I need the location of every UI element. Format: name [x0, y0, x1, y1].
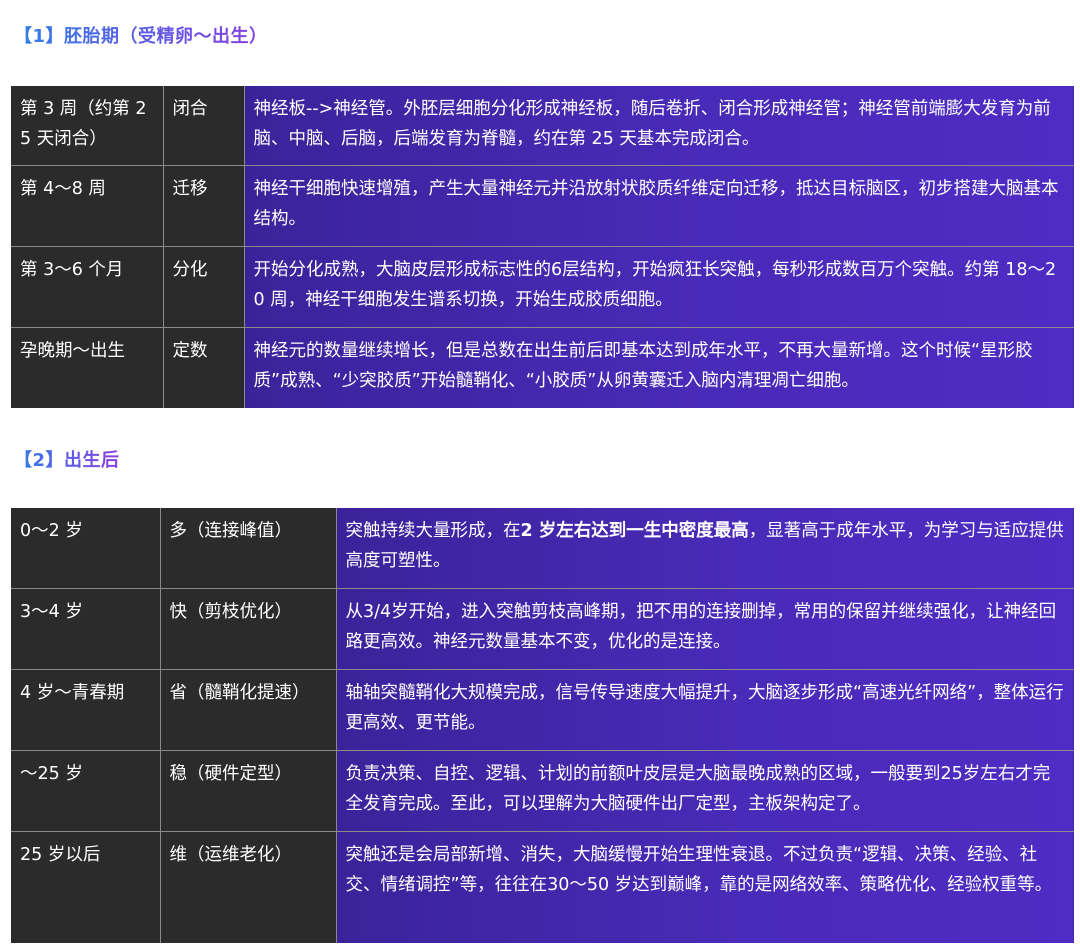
table-row: 25 岁以后 维（运维老化） 突触还是会局部新增、消失，大脑缓慢开始生理性衰退。…	[11, 831, 1074, 943]
description-cell: 神经元的数量继续增长，但是总数在出生前后即基本达到成年水平，不再大量新增。这个时…	[244, 327, 1074, 408]
description-cell: 突触持续大量形成，在2 岁左右达到一生中密度最高，显著高于成年水平，为学习与适应…	[336, 508, 1074, 589]
description-cell: 突触还是会局部新增、消失，大脑缓慢开始生理性衰退。不过负责“逻辑、决策、经验、社…	[336, 831, 1074, 943]
key-cell: 分化	[163, 246, 245, 328]
table-row: 0～2 岁 多（连接峰值） 突触持续大量形成，在2 岁左右达到一生中密度最高，显…	[11, 508, 1074, 589]
key-cell: 迁移	[163, 165, 245, 247]
key-cell: 闭合	[163, 86, 245, 166]
table-row: 4 岁～青春期 省（髓鞘化提速） 轴轴突髓鞘化大规模完成，信号传导速度大幅提升，…	[11, 669, 1074, 751]
period-cell: 4 岁～青春期	[11, 669, 161, 751]
period-cell: 第 3～6 个月	[11, 246, 164, 328]
description-text: 突触持续大量形成，在	[345, 521, 521, 541]
description-cell: 神经板-->神经管。外胚层细胞分化形成神经板，随后卷折、闭合形成神经管；神经管前…	[244, 86, 1074, 166]
section-title-embryonic: 【1】胚胎期（受精卵～出生）	[14, 22, 268, 48]
key-cell: 稳（硬件定型）	[160, 750, 337, 832]
key-cell: 维（运维老化）	[160, 831, 337, 943]
period-cell: ～25 岁	[11, 750, 161, 832]
table-row: ～25 岁 稳（硬件定型） 负责决策、自控、逻辑、计划的前额叶皮层是大脑最晚成熟…	[11, 750, 1074, 832]
table-row: 第 3～6 个月 分化 开始分化成熟，大脑皮层形成标志性的6层结构，开始疯狂长突…	[11, 246, 1074, 328]
table-row: 孕晚期～出生 定数 神经元的数量继续增长，但是总数在出生前后即基本达到成年水平，…	[11, 327, 1074, 408]
description-cell: 负责决策、自控、逻辑、计划的前额叶皮层是大脑最晚成熟的区域，一般要到25岁左右才…	[336, 750, 1074, 832]
period-cell: 第 3 周（约第 25 天闭合）	[11, 86, 164, 166]
description-cell: 神经干细胞快速增殖，产生大量神经元并沿放射状胶质纤维定向迁移，抵达目标脑区，初步…	[244, 165, 1074, 247]
description-cell: 从3/4岁开始，进入突触剪枝高峰期，把不用的连接删掉，常用的保留并继续强化，让神…	[336, 588, 1074, 670]
period-cell: 3～4 岁	[11, 588, 161, 670]
key-cell: 省（髓鞘化提速）	[160, 669, 337, 751]
table-row: 3～4 岁 快（剪枝优化） 从3/4岁开始，进入突触剪枝高峰期，把不用的连接删掉…	[11, 588, 1074, 670]
table-row: 第 3 周（约第 25 天闭合） 闭合 神经板-->神经管。外胚层细胞分化形成神…	[11, 86, 1074, 166]
key-cell: 定数	[163, 327, 245, 408]
description-emphasis: 2 岁左右达到一生中密度最高	[520, 521, 749, 541]
period-cell: 孕晚期～出生	[11, 327, 164, 408]
description-cell: 轴轴突髓鞘化大规模完成，信号传导速度大幅提升，大脑逐步形成“高速光纤网络”，整体…	[336, 669, 1074, 751]
period-cell: 第 4～8 周	[11, 165, 164, 247]
period-cell: 0～2 岁	[11, 508, 161, 589]
description-cell: 开始分化成熟，大脑皮层形成标志性的6层结构，开始疯狂长突触，每秒形成数百万个突触…	[244, 246, 1074, 328]
postnatal-stage-table: 0～2 岁 多（连接峰值） 突触持续大量形成，在2 岁左右达到一生中密度最高，显…	[11, 508, 1074, 943]
key-cell: 快（剪枝优化）	[160, 588, 337, 670]
section-title-postnatal: 【2】出生后	[14, 446, 120, 472]
embryonic-stage-table: 第 3 周（约第 25 天闭合） 闭合 神经板-->神经管。外胚层细胞分化形成神…	[11, 86, 1074, 408]
key-cell: 多（连接峰值）	[160, 508, 337, 589]
period-cell: 25 岁以后	[11, 831, 161, 943]
table-row: 第 4～8 周 迁移 神经干细胞快速增殖，产生大量神经元并沿放射状胶质纤维定向迁…	[11, 165, 1074, 247]
